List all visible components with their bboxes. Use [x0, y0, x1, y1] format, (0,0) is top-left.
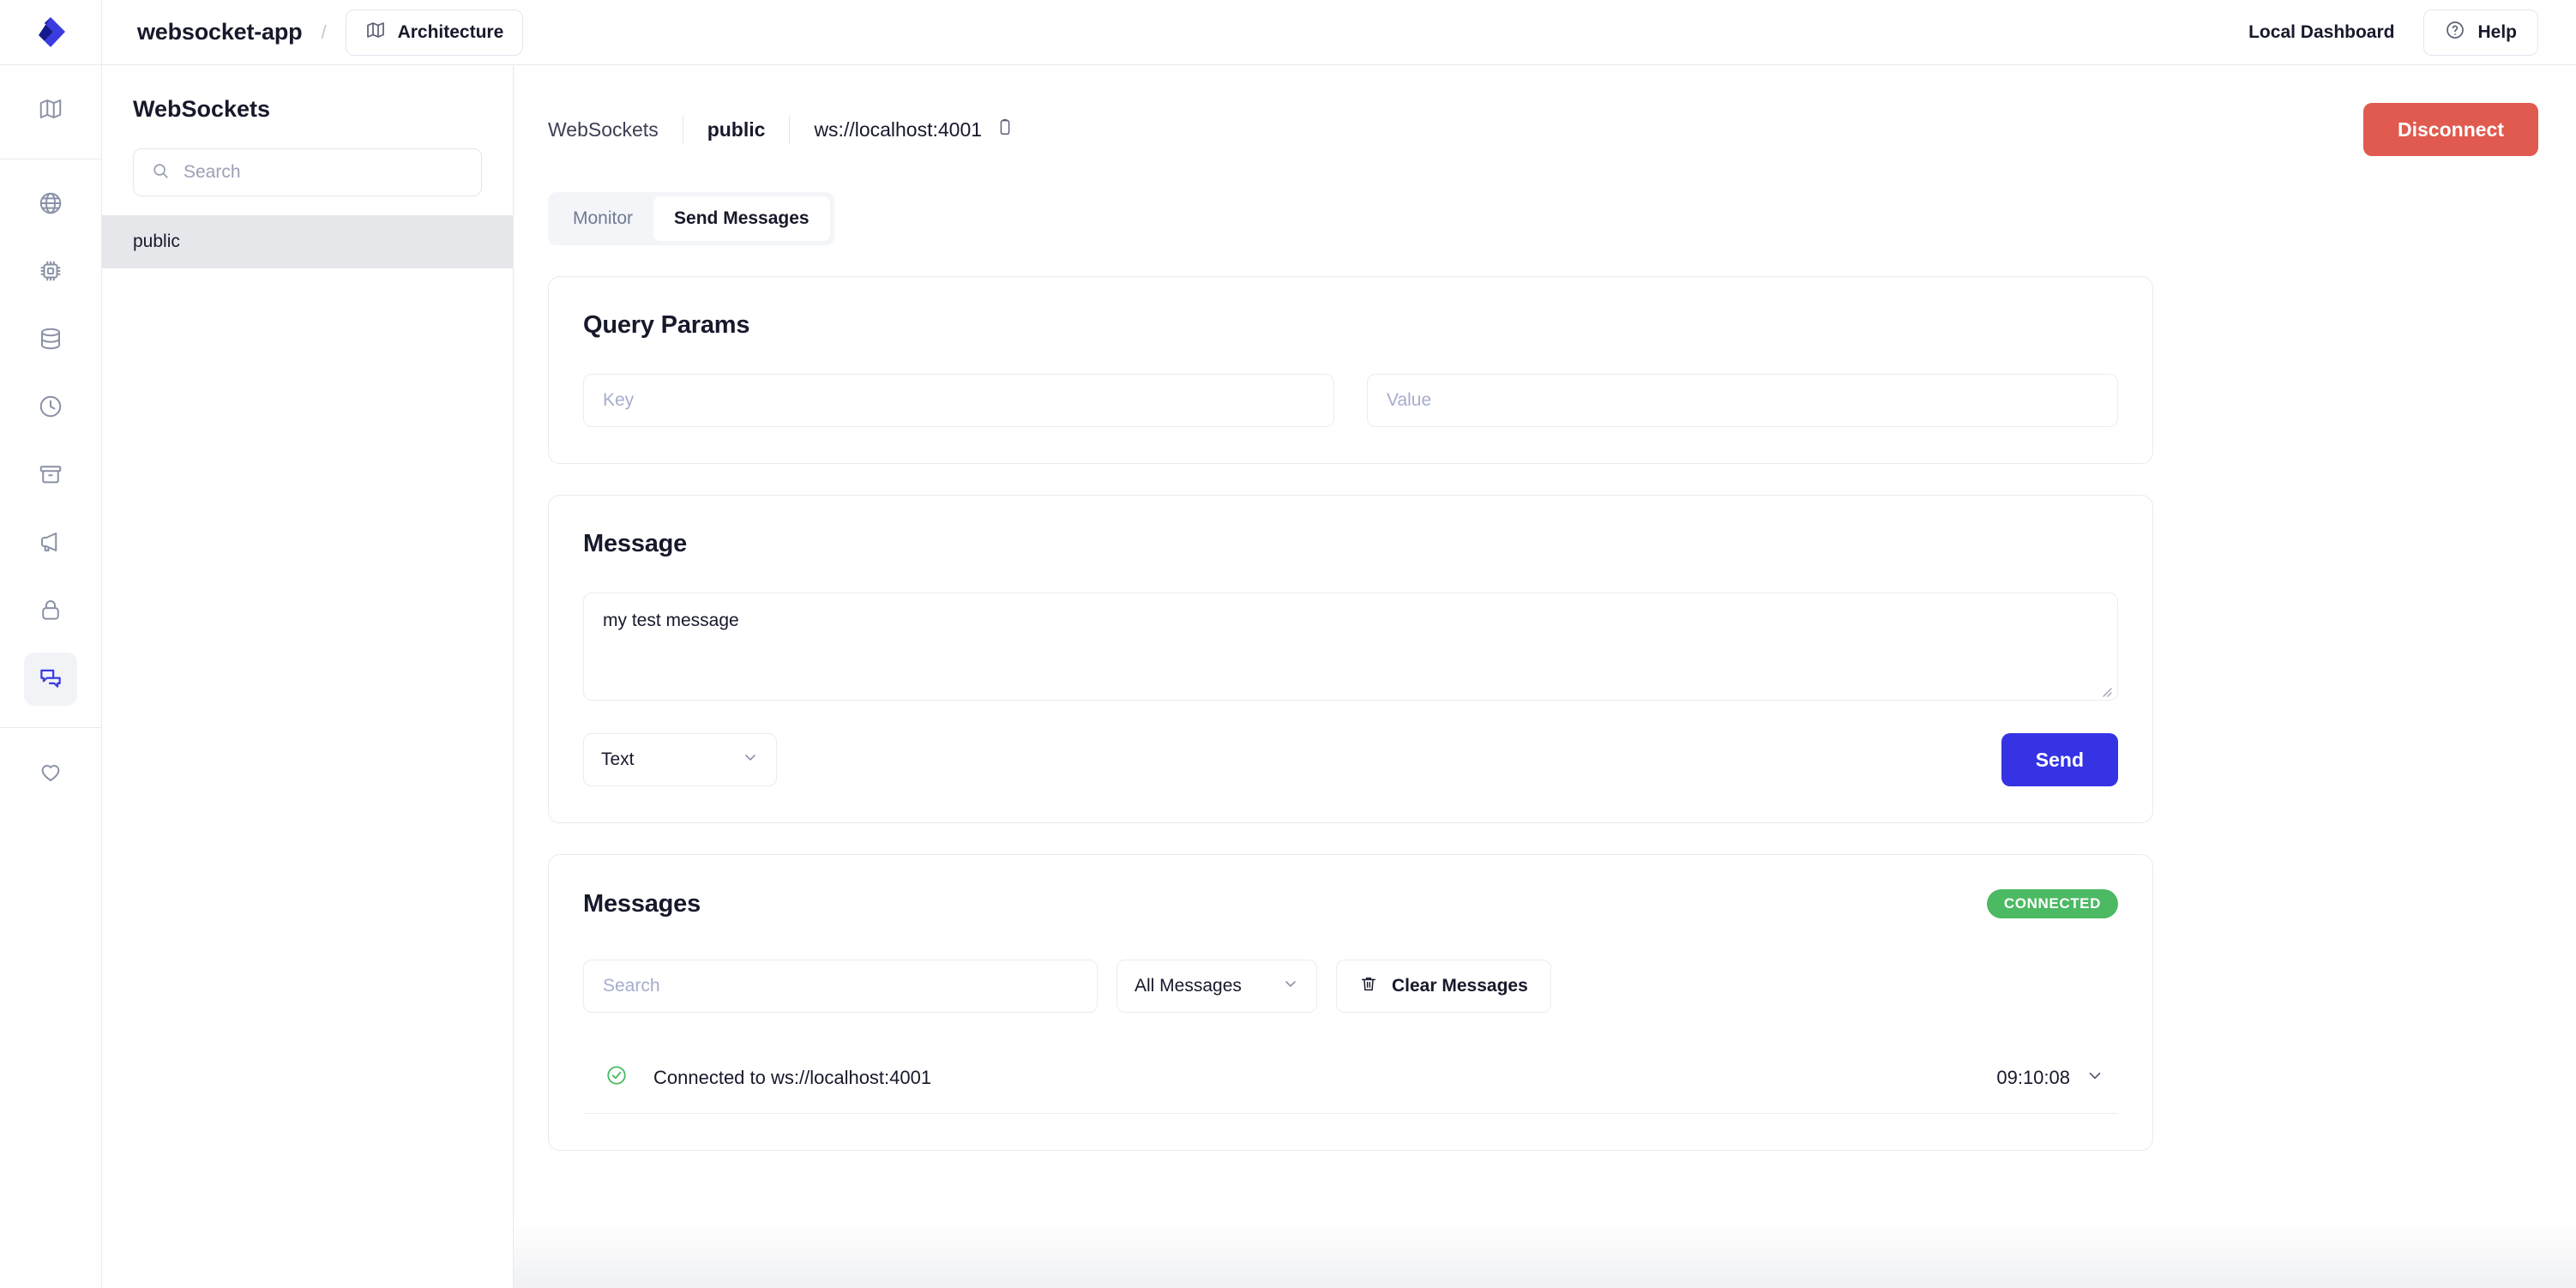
- clipboard-copy-icon[interactable]: [996, 117, 1014, 141]
- messages-filter-select[interactable]: All Messages: [1116, 960, 1317, 1013]
- panel-search-box[interactable]: [133, 148, 482, 196]
- sidebar-item-storage[interactable]: [24, 449, 77, 503]
- messages-search-field[interactable]: [583, 960, 1098, 1013]
- message-format-select[interactable]: Text: [583, 733, 777, 786]
- archive-box-icon: [38, 461, 63, 491]
- message-row[interactable]: Connected to ws://localhost:4001 09:10:0…: [583, 1044, 2118, 1114]
- body: WebSockets public: [0, 65, 2576, 1288]
- rail-divider-bottom: [0, 727, 102, 728]
- top-bar-right: Local Dashboard Help: [2248, 9, 2576, 56]
- list-item-public[interactable]: public: [102, 215, 513, 268]
- message-card: Message my test message Text Send: [548, 495, 2153, 823]
- view-tabs: Monitor Send Messages: [548, 192, 834, 245]
- sidebar-item-database[interactable]: [24, 314, 77, 367]
- project-name: websocket-app: [137, 19, 303, 45]
- query-params-title: Query Params: [583, 311, 750, 339]
- globe-icon: [38, 190, 63, 220]
- panel-title: WebSockets: [133, 96, 271, 122]
- lock-icon: [38, 597, 63, 627]
- architecture-button[interactable]: Architecture: [345, 9, 524, 56]
- connection-url: ws://localhost:4001: [814, 117, 983, 141]
- sidebar-item-health[interactable]: [24, 747, 77, 800]
- tab-monitor[interactable]: Monitor: [552, 196, 653, 241]
- chevron-down-icon: [1282, 975, 1299, 997]
- list-item-label: public: [133, 232, 180, 251]
- logo-cell[interactable]: [0, 0, 102, 65]
- messages-card: Messages CONNECTED All Messages: [548, 854, 2153, 1151]
- breadcrumb-root[interactable]: WebSockets: [548, 118, 659, 141]
- query-params-head: Query Params: [583, 311, 2118, 340]
- messages-search-input[interactable]: [603, 976, 1078, 996]
- query-params-row: [583, 374, 2118, 427]
- panel-search-wrap: [102, 123, 513, 215]
- breadcrumb-separator: /: [321, 21, 327, 43]
- local-dashboard-link[interactable]: Local Dashboard: [2248, 22, 2394, 43]
- message-row-text: Connected to ws://localhost:4001: [653, 1066, 932, 1088]
- sidebar-item-api[interactable]: [24, 178, 77, 232]
- resize-handle-icon[interactable]: [2098, 682, 2112, 697]
- tab-send-messages[interactable]: Send Messages: [653, 196, 830, 241]
- help-button-label: Help: [2477, 21, 2517, 42]
- check-circle-icon: [605, 1064, 628, 1091]
- query-param-value-input[interactable]: [1387, 390, 2098, 411]
- message-row-time: 09:10:08: [1996, 1066, 2070, 1088]
- messages-head: Messages CONNECTED: [583, 889, 2118, 918]
- messages-filter-value: All Messages: [1135, 976, 1242, 996]
- message-controls: Text Send: [583, 733, 2118, 786]
- sidebar-item-architecture[interactable]: [24, 84, 77, 137]
- breadcrumb-current: public: [707, 117, 766, 141]
- trash-icon: [1359, 974, 1378, 998]
- chevron-down-icon: [742, 749, 759, 771]
- status-badge: CONNECTED: [1986, 889, 2118, 918]
- map-icon: [38, 96, 63, 126]
- message-head: Message: [583, 530, 2118, 558]
- top-bar-left: websocket-app / Architecture: [102, 9, 524, 56]
- chat-bubbles-icon: [38, 665, 63, 695]
- sidebar-item-cron[interactable]: [24, 382, 77, 435]
- main-inner: WebSockets public ws://localhost:4001 Di…: [514, 65, 2576, 1151]
- messages-list: Connected to ws://localhost:4001 09:10:0…: [583, 1044, 2118, 1114]
- search-icon: [151, 161, 170, 184]
- query-params-card: Query Params: [548, 276, 2153, 464]
- query-param-value-field[interactable]: [1367, 374, 2118, 427]
- megaphone-icon: [38, 529, 63, 559]
- heart-icon: [38, 759, 63, 789]
- app-root: websocket-app / Architecture Local Dashb…: [0, 0, 2576, 1288]
- main-header: WebSockets public ws://localhost:4001 Di…: [548, 103, 2576, 156]
- message-textarea-value: my test message: [603, 611, 739, 630]
- sidebar-item-pubsub[interactable]: [24, 517, 77, 570]
- breadcrumb-url-wrap: ws://localhost:4001: [814, 117, 1014, 141]
- architecture-button-label: Architecture: [397, 21, 504, 42]
- messages-toolbar: All Messages: [583, 960, 2118, 1013]
- sidebar-item-websockets[interactable]: [24, 653, 77, 706]
- sidebar-item-auth[interactable]: [24, 585, 77, 638]
- disconnect-button[interactable]: Disconnect: [2363, 103, 2538, 156]
- clear-messages-button[interactable]: Clear Messages: [1336, 960, 1551, 1013]
- icon-rail: [0, 65, 102, 1288]
- clock-icon: [38, 394, 63, 424]
- chevron-down-icon[interactable]: [2085, 1066, 2104, 1089]
- panel-search-input[interactable]: [184, 162, 464, 183]
- database-icon: [38, 326, 63, 356]
- top-bar: websocket-app / Architecture Local Dashb…: [0, 0, 2576, 65]
- map-icon: [365, 20, 386, 45]
- breadcrumb-divider-2: [789, 115, 791, 144]
- cpu-chip-icon: [38, 258, 63, 288]
- main-content: WebSockets public ws://localhost:4001 Di…: [514, 65, 2576, 1288]
- query-param-key-input[interactable]: [603, 390, 1315, 411]
- sidebar-item-functions[interactable]: [24, 246, 77, 299]
- message-format-value: Text: [601, 749, 635, 769]
- question-circle-icon: [2445, 20, 2465, 45]
- help-button[interactable]: Help: [2423, 9, 2538, 56]
- message-textarea[interactable]: my test message: [583, 593, 2118, 701]
- messages-title: Messages: [583, 889, 701, 918]
- clear-messages-label: Clear Messages: [1392, 976, 1528, 996]
- message-title: Message: [583, 530, 688, 557]
- breadcrumb: WebSockets public ws://localhost:4001: [548, 115, 1014, 144]
- query-param-key-field[interactable]: [583, 374, 1334, 427]
- brand-diamond-logo: [39, 16, 65, 47]
- bottom-fade: [514, 1219, 2576, 1288]
- websockets-list-panel: WebSockets public: [102, 65, 514, 1288]
- send-button[interactable]: Send: [2001, 733, 2118, 786]
